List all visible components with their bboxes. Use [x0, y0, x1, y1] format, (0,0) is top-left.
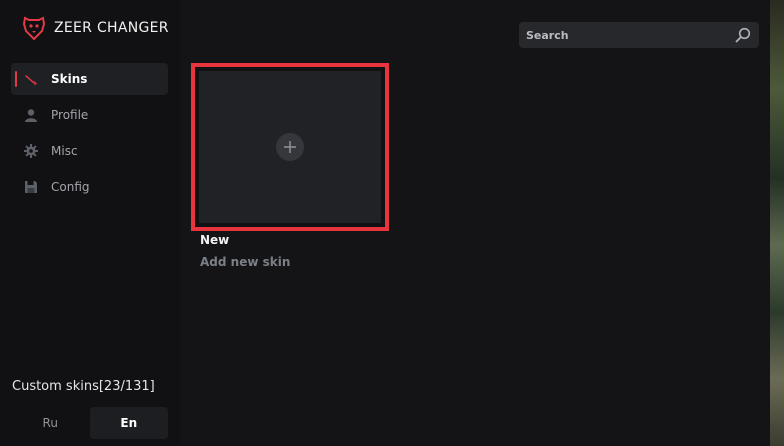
gear-icon	[23, 143, 39, 159]
custom-skins-count: Custom skins[23/131]	[12, 379, 155, 394]
logo: ZEER CHANGER	[22, 15, 169, 41]
sidebar-item-label: Profile	[51, 108, 89, 122]
app-title: ZEER CHANGER	[54, 20, 169, 36]
sidebar-item-config[interactable]: Config	[11, 171, 168, 203]
knife-icon	[23, 71, 39, 87]
sidebar-item-misc[interactable]: Misc	[11, 135, 168, 167]
bear-logo-icon	[22, 15, 46, 41]
save-icon	[23, 179, 39, 195]
sidebar-item-profile[interactable]: Profile	[11, 99, 168, 131]
sidebar-item-skins[interactable]: Skins	[11, 63, 168, 95]
app-window: ZEER CHANGER Skins Profile Misc Config C…	[0, 0, 770, 446]
card-subtitle: Add new skin	[200, 255, 291, 269]
language-switcher: Ru En	[11, 407, 168, 439]
sidebar-item-label: Skins	[51, 72, 88, 86]
search-icon[interactable]	[735, 27, 751, 43]
new-skin-card[interactable]	[199, 71, 381, 223]
sidebar: ZEER CHANGER Skins Profile Misc Config C…	[0, 0, 180, 446]
plus-icon	[276, 133, 304, 161]
card-title: New	[200, 233, 230, 247]
lang-en-button[interactable]: En	[89, 407, 168, 439]
sidebar-nav: Skins Profile Misc Config	[11, 63, 168, 207]
user-icon	[23, 107, 39, 123]
new-skin-card-highlight	[191, 63, 389, 231]
search-input[interactable]	[519, 27, 735, 43]
search-box	[519, 22, 759, 48]
sidebar-item-label: Config	[51, 180, 90, 194]
desktop-background	[770, 0, 784, 446]
lang-ru-button[interactable]: Ru	[11, 407, 90, 439]
sidebar-item-label: Misc	[51, 144, 78, 158]
